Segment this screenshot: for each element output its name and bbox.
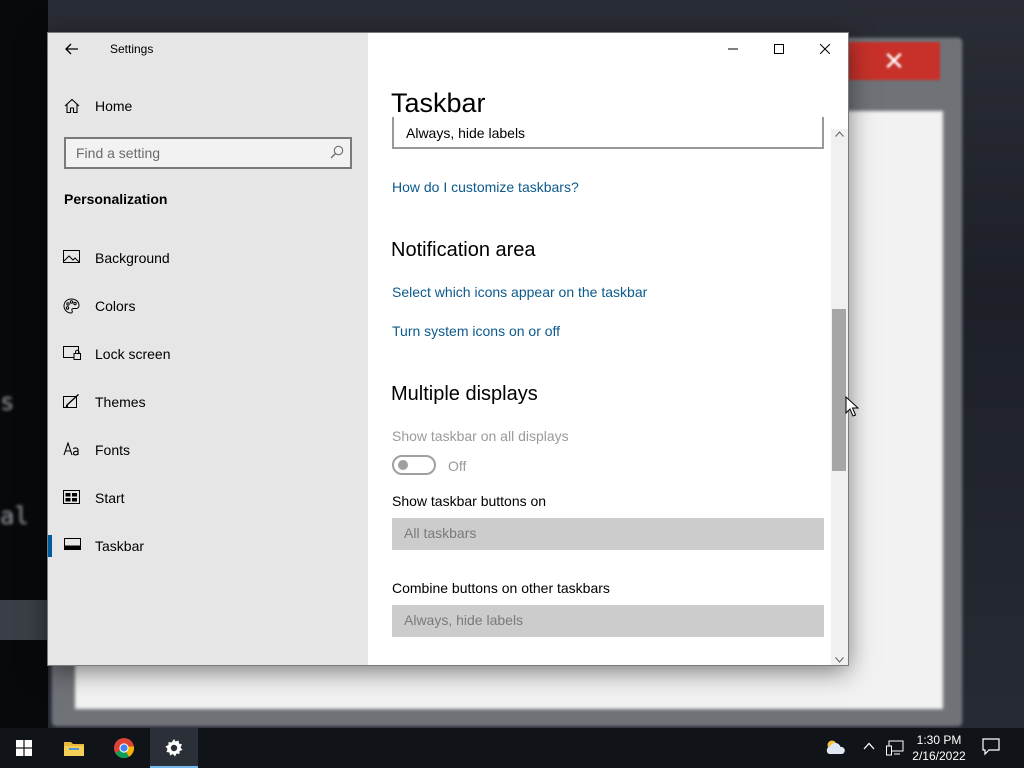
sidebar-item-label: Lock screen xyxy=(95,346,171,362)
buttons-on-dropdown[interactable]: All taskbars xyxy=(392,518,824,550)
sidebar-item-themes[interactable]: Themes xyxy=(48,382,368,422)
settings-taskbar-button[interactable] xyxy=(150,728,198,768)
content-pane: Taskbar Always, hide labels How do I cus… xyxy=(368,33,848,665)
maximize-button[interactable] xyxy=(756,33,802,65)
action-center-icon[interactable] xyxy=(982,738,1000,756)
background-terminal-text: s xyxy=(0,388,15,416)
sidebar: Settings Home Personalization Background xyxy=(48,33,368,665)
chrome-icon xyxy=(114,738,135,759)
background-icon xyxy=(63,250,80,263)
settings-icon xyxy=(165,739,183,757)
multiple-displays-heading: Multiple displays xyxy=(391,383,538,405)
themes-icon xyxy=(63,394,79,408)
sidebar-item-label: Colors xyxy=(95,298,136,314)
background-window-close-button[interactable]: ✕ xyxy=(848,42,940,80)
sidebar-item-taskbar[interactable]: Taskbar xyxy=(48,526,368,566)
home-icon xyxy=(64,98,80,114)
file-explorer-button[interactable] xyxy=(50,728,98,768)
app-title: Settings xyxy=(110,42,154,56)
notification-area-heading: Notification area xyxy=(391,239,536,261)
sidebar-item-label: Themes xyxy=(95,394,146,410)
fonts-icon xyxy=(63,442,79,456)
taskbar-icon xyxy=(64,538,81,550)
maximize-icon xyxy=(774,44,784,54)
start-button[interactable] xyxy=(0,728,48,768)
mouse-cursor-icon xyxy=(845,396,859,417)
selected-indicator xyxy=(48,535,52,557)
search-input[interactable] xyxy=(66,139,324,167)
colors-icon xyxy=(63,298,80,314)
sidebar-item-background[interactable]: Background xyxy=(48,238,368,278)
sidebar-item-label: Background xyxy=(95,250,170,266)
search-box[interactable] xyxy=(64,137,352,169)
select-icons-link[interactable]: Select which icons appear on the taskbar xyxy=(392,284,647,300)
settings-window: Settings Home Personalization Background xyxy=(48,33,848,665)
close-button[interactable] xyxy=(802,33,848,65)
system-icons-link[interactable]: Turn system icons on or off xyxy=(392,323,560,339)
scroll-thumb[interactable] xyxy=(832,309,846,471)
sidebar-item-label: Taskbar xyxy=(95,538,145,554)
dropdown-value: All taskbars xyxy=(404,525,477,541)
windows-start-icon xyxy=(16,740,32,756)
show-on-all-displays-toggle[interactable] xyxy=(392,455,436,475)
toggle-state-label: Off xyxy=(448,458,467,474)
scroll-down-icon[interactable] xyxy=(835,657,844,663)
toggle-knob xyxy=(398,460,408,470)
combine-buttons-dropdown[interactable]: Always, hide labels xyxy=(392,117,824,149)
background-terminal-text: al xyxy=(0,502,29,530)
chrome-button[interactable] xyxy=(100,728,148,768)
dropdown-value: Always, hide labels xyxy=(404,612,524,628)
show-on-all-displays-label: Show taskbar on all displays xyxy=(392,428,569,444)
scroll-up-icon[interactable] xyxy=(835,131,844,137)
customize-taskbars-link[interactable]: How do I customize taskbars? xyxy=(392,179,579,195)
search-icon[interactable] xyxy=(330,145,344,159)
taskbar: 1:30 PM 2/16/2022 xyxy=(0,728,1024,768)
back-button[interactable] xyxy=(58,37,86,61)
combine-other-dropdown[interactable]: Always, hide labels xyxy=(392,605,824,637)
clock-date: 2/16/2022 xyxy=(912,749,966,763)
back-arrow-icon xyxy=(65,43,78,55)
clock-time: 1:30 PM xyxy=(916,733,962,747)
sidebar-item-lock-screen[interactable]: Lock screen xyxy=(48,334,368,374)
sidebar-item-label: Start xyxy=(95,490,125,506)
sidebar-item-fonts[interactable]: Fonts xyxy=(48,430,368,470)
combine-other-label: Combine buttons on other taskbars xyxy=(392,580,610,596)
minimize-icon xyxy=(728,48,738,50)
buttons-on-label: Show taskbar buttons on xyxy=(392,493,547,509)
start-icon xyxy=(63,490,80,504)
weather-icon[interactable] xyxy=(823,738,847,756)
sidebar-item-label: Home xyxy=(95,98,133,114)
close-icon xyxy=(820,44,830,54)
sidebar-item-start[interactable]: Start xyxy=(48,478,368,518)
system-clock[interactable]: 1:30 PM 2/16/2022 xyxy=(900,732,978,764)
sidebar-item-colors[interactable]: Colors xyxy=(48,286,368,326)
lock-screen-icon xyxy=(63,346,81,360)
file-explorer-icon xyxy=(64,742,84,756)
chevron-up-icon[interactable] xyxy=(863,742,875,750)
sidebar-item-label: Fonts xyxy=(95,442,131,458)
page-title: Taskbar xyxy=(391,88,486,118)
sidebar-item-home[interactable]: Home xyxy=(48,89,368,123)
title-bar: Settings xyxy=(48,33,368,65)
section-label: Personalization xyxy=(64,191,168,207)
background-strip xyxy=(0,600,48,640)
minimize-button[interactable] xyxy=(710,33,756,65)
dropdown-value: Always, hide labels xyxy=(406,125,526,141)
